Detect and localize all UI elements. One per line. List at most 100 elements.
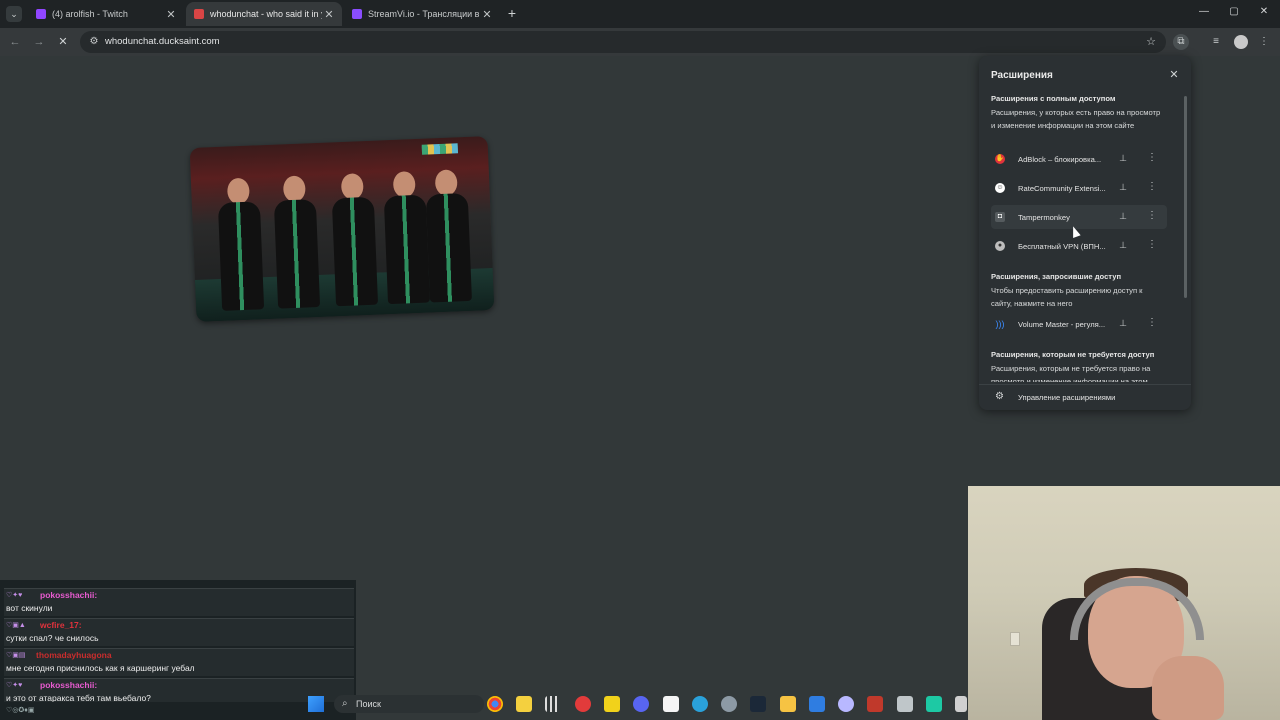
- section-title: Расширения, запросившие доступ: [991, 272, 1122, 281]
- extensions-panel-title: Расширения: [991, 70, 1053, 81]
- chat-text: вот скинули: [6, 603, 53, 613]
- battery-app-icon[interactable]: [604, 696, 620, 712]
- close-window-icon[interactable]: ✕: [1256, 6, 1272, 17]
- chat-username: thomadayhuagona: [36, 650, 112, 660]
- chrome-icon[interactable]: [487, 696, 503, 712]
- steam-icon[interactable]: [750, 696, 766, 712]
- twitch-icon: [36, 9, 46, 19]
- search-icon: ⌕: [342, 698, 348, 709]
- new-tab-button[interactable]: +: [505, 5, 519, 21]
- bookmark-star-icon[interactable]: ☆: [1146, 35, 1156, 48]
- tab-label: whodunchat - who said it in your chat: [210, 9, 322, 19]
- profile-avatar[interactable]: [1234, 35, 1248, 49]
- partially-hidden-app-icon[interactable]: [955, 696, 967, 712]
- tab-close-icon[interactable]: ✕: [322, 8, 336, 21]
- manage-extensions-button[interactable]: ⚙ Управление расширениями: [979, 384, 1191, 410]
- settings-app-icon[interactable]: [721, 696, 737, 712]
- tab-label: (4) arolfish - Twitch: [52, 9, 128, 19]
- stop-loading-icon[interactable]: ✕: [55, 34, 71, 50]
- media-controls-icon[interactable]: ≡: [1208, 34, 1224, 50]
- ratecommunity-icon: ☺: [995, 183, 1005, 193]
- tab-streamvi[interactable]: StreamVi.io - Трансляции в неск ✕: [344, 2, 500, 26]
- address-bar[interactable]: ⚙ whodunchat.ducksaint.com ☆: [80, 31, 1166, 53]
- section-title: Расширения, которым не требуется доступ: [991, 350, 1155, 359]
- chat-message: ♡▣▤ thomadayhuagona мне сегодня приснило…: [4, 648, 354, 676]
- pin-icon[interactable]: ⊥: [1117, 211, 1129, 222]
- audio-meter-icon[interactable]: [545, 696, 561, 712]
- taskbar-search[interactable]: ⌕ Поиск: [334, 695, 484, 713]
- tab-label: StreamVi.io - Трансляции в неск: [368, 9, 480, 19]
- more-options-icon[interactable]: ⋮: [1147, 239, 1157, 250]
- discord-icon[interactable]: [633, 696, 649, 712]
- windows-start-icon[interactable]: [308, 696, 324, 712]
- back-icon[interactable]: ←: [7, 34, 23, 50]
- red-app-icon[interactable]: [867, 696, 883, 712]
- pin-icon[interactable]: ⊥: [1117, 182, 1129, 193]
- tab-search-button[interactable]: ⌄: [6, 6, 22, 22]
- extension-item-adblock[interactable]: ✋ AdBlock – блокировка... ⊥ ⋮: [991, 147, 1167, 171]
- section-description: Чтобы предоставить расширению доступ к с…: [991, 286, 1143, 308]
- tampermonkey-icon: ◘: [995, 212, 1005, 222]
- wall-socket-graphic: [1010, 632, 1020, 646]
- minimize-icon[interactable]: —: [1196, 6, 1212, 17]
- extension-item-tampermonkey[interactable]: ◘ Tampermonkey ⊥ ⋮: [991, 205, 1167, 229]
- url-text[interactable]: whodunchat.ducksaint.com: [105, 36, 220, 47]
- chat-badges-icon: ♡✦♥: [6, 682, 23, 689]
- extensions-puzzle-icon[interactable]: ⧉: [1173, 34, 1189, 50]
- section-description: Расширения, которым не требуется право н…: [991, 364, 1151, 382]
- browser-toolbar: ← → ✕ ⚙ whodunchat.ducksaint.com ☆ ⧉ ≡ ⋮: [0, 28, 1280, 56]
- tab-close-icon[interactable]: ✕: [164, 8, 178, 21]
- file-explorer-icon[interactable]: [780, 696, 796, 712]
- pin-icon[interactable]: ⊥: [1117, 153, 1129, 164]
- extension-item-vpn[interactable]: ● Бесплатный VPN (ВПН... ⊥ ⋮: [991, 234, 1167, 258]
- document-app-icon[interactable]: [663, 696, 679, 712]
- record-app-icon[interactable]: [575, 696, 591, 712]
- calculator-icon[interactable]: [897, 696, 913, 712]
- chat-badges-icon: ♡▣▲: [6, 622, 26, 629]
- tv-screen-graphic: [421, 143, 459, 155]
- tab-whodunchat[interactable]: whodunchat - who said it in your chat ✕: [186, 2, 342, 26]
- pin-icon[interactable]: ⊥: [1117, 240, 1129, 251]
- more-options-icon[interactable]: ⋮: [1147, 152, 1157, 163]
- obs-icon[interactable]: [838, 696, 854, 712]
- chat-badges-icon: ♡✦♥: [6, 592, 23, 599]
- chat-username: pokosshachii:: [40, 590, 98, 600]
- extension-item-ratecommunity[interactable]: ☺ RateCommunity Extensi... ⊥ ⋮: [991, 176, 1167, 200]
- chat-badges-icon: ♡▣▤: [6, 652, 26, 659]
- close-icon[interactable]: ✕: [1167, 68, 1181, 81]
- restore-icon[interactable]: ▢: [1226, 6, 1242, 17]
- chat-message: ♡✦♥ pokosshachii: вот скинули: [4, 588, 354, 616]
- site-info-icon[interactable]: ⚙: [88, 36, 100, 48]
- chat-text: мне сегодня приснилось как я каршеринг у…: [6, 663, 195, 673]
- more-options-icon[interactable]: ⋮: [1147, 317, 1157, 328]
- streamvi-icon: [352, 9, 362, 19]
- menu-kebab-icon[interactable]: ⋮: [1256, 34, 1272, 50]
- shield-app-icon[interactable]: [809, 696, 825, 712]
- forward-icon[interactable]: →: [31, 34, 47, 50]
- extension-name: Volume Master - регуля...: [1018, 320, 1106, 329]
- taskbar-search-label: Поиск: [356, 699, 381, 709]
- extensions-panel: Расширения ✕ Расширения с полным доступо…: [979, 56, 1191, 410]
- adblock-icon: ✋: [995, 154, 1005, 164]
- spark-app-icon[interactable]: [516, 696, 532, 712]
- chat-username: pokosshachii:: [40, 680, 98, 690]
- green-app-icon[interactable]: [926, 696, 942, 712]
- more-options-icon[interactable]: ⋮: [1147, 210, 1157, 221]
- tab-close-icon[interactable]: ✕: [480, 8, 494, 21]
- tab-strip: ⌄ (4) arolfish - Twitch ✕ whodunchat - w…: [0, 0, 1280, 28]
- extensions-list: Расширения с полным доступом Расширения,…: [979, 92, 1191, 382]
- extension-name: RateCommunity Extensi...: [1018, 184, 1106, 193]
- pin-icon[interactable]: ⊥: [1117, 318, 1129, 329]
- extension-item-volume-master[interactable]: ))) Volume Master - регуля... ⊥ ⋮: [991, 312, 1167, 336]
- manage-extensions-label: Управление расширениями: [1018, 393, 1116, 402]
- more-options-icon[interactable]: ⋮: [1147, 181, 1157, 192]
- tab-twitch[interactable]: (4) arolfish - Twitch ✕: [28, 2, 184, 26]
- extension-name: Tampermonkey: [1018, 213, 1070, 222]
- person-figure: [215, 177, 266, 311]
- section-title: Расширения с полным доступом: [991, 94, 1116, 103]
- gear-icon: ⚙: [995, 391, 1004, 402]
- telegram-icon[interactable]: [692, 696, 708, 712]
- extension-name: Бесплатный VPN (ВПН...: [1018, 242, 1106, 251]
- chat-message: ♡▣▲ wcfire_17: сутки спал? че снилось: [4, 618, 354, 646]
- chat-text: сутки спал? че снилось: [6, 633, 99, 643]
